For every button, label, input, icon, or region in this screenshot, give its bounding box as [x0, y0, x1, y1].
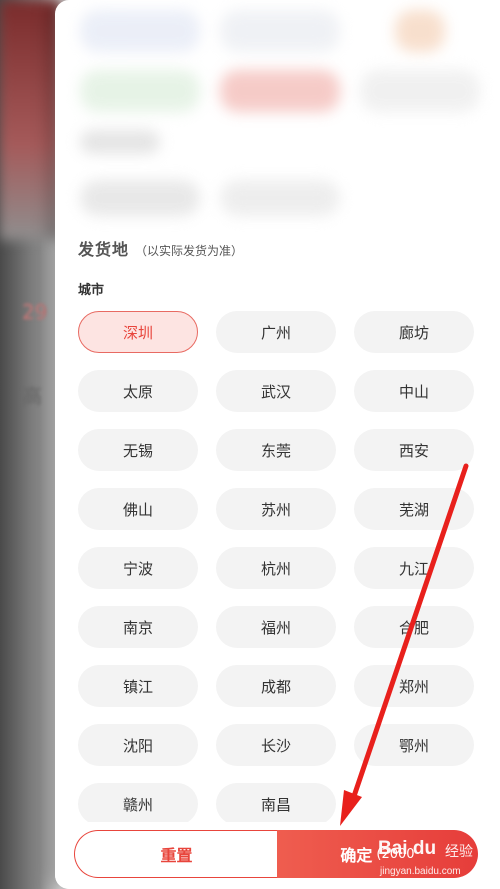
watermark-url: jingyan.baidu.com [380, 866, 461, 877]
watermark-logo: Bai du [378, 838, 437, 859]
annotation-arrow [340, 463, 469, 826]
watermark-text: 经验 [445, 844, 473, 860]
